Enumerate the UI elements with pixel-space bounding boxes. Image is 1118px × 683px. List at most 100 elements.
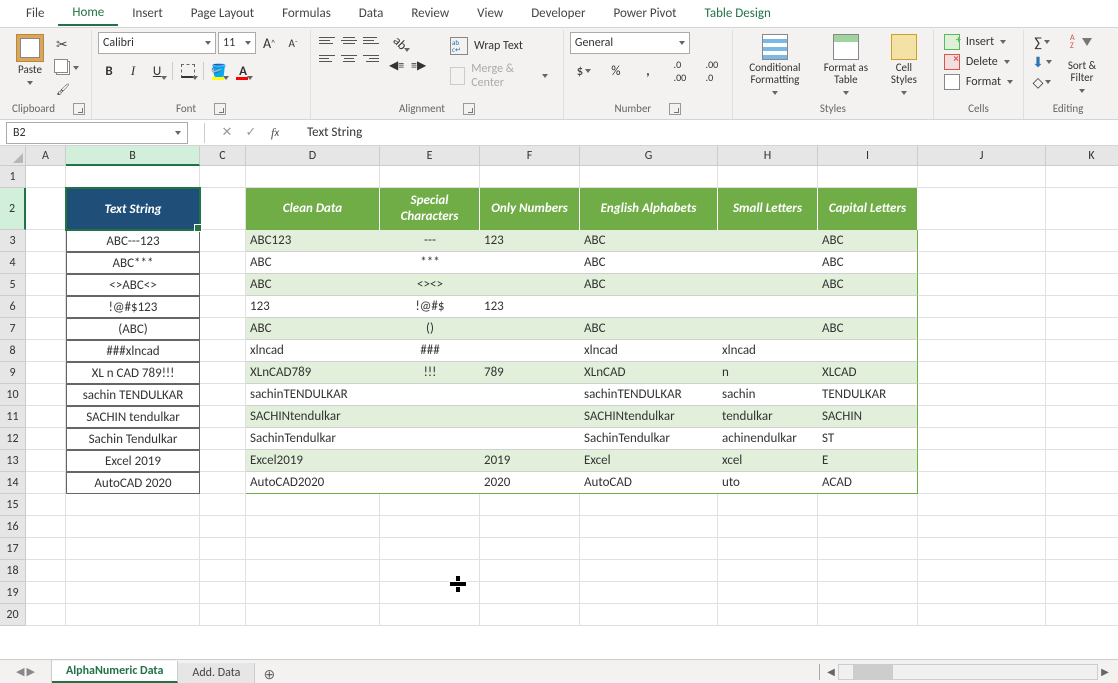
cell-K19[interactable] [1046, 582, 1118, 604]
cell-E10[interactable] [380, 384, 480, 406]
cell-C9[interactable] [200, 362, 246, 384]
delete-button[interactable]: Delete [940, 52, 1017, 72]
cell-G6[interactable] [580, 296, 718, 318]
col-header-E[interactable]: E [380, 146, 480, 166]
cell-F17[interactable] [480, 538, 580, 560]
cell-I5[interactable]: ABC [818, 274, 918, 296]
cell-H1[interactable] [718, 166, 818, 188]
cell-B13[interactable]: Excel 2019 [66, 450, 200, 472]
cell-J19[interactable] [918, 582, 1046, 604]
cell-K10[interactable] [1046, 384, 1118, 406]
cell-H16[interactable] [718, 516, 818, 538]
cell-C6[interactable] [200, 296, 246, 318]
cell-F15[interactable] [480, 494, 580, 516]
align-bottom-button[interactable] [361, 32, 381, 48]
cell-A20[interactable] [26, 604, 66, 626]
cell-A5[interactable] [26, 274, 66, 296]
cell-E18[interactable] [380, 560, 480, 582]
cell-F16[interactable] [480, 516, 580, 538]
cell-J11[interactable] [918, 406, 1046, 428]
cell-D14[interactable]: AutoCAD2020 [246, 472, 380, 494]
cell-I19[interactable] [818, 582, 918, 604]
cell-E7[interactable]: () [380, 318, 480, 340]
cell-C10[interactable] [200, 384, 246, 406]
cell-B7[interactable]: (ABC) [66, 318, 200, 340]
font-name-select[interactable]: Calibri [98, 32, 216, 54]
cell-H12[interactable]: achinendulkar [718, 428, 818, 450]
cell-K3[interactable] [1046, 230, 1118, 252]
cell-K2[interactable] [1046, 188, 1118, 230]
row-header-14[interactable]: 14 [0, 472, 26, 494]
cell-J15[interactable] [918, 494, 1046, 516]
cell-H15[interactable] [718, 494, 818, 516]
cell-A9[interactable] [26, 362, 66, 384]
cell-H7[interactable] [718, 318, 818, 340]
row-header-6[interactable]: 6 [0, 296, 26, 318]
cell-K16[interactable] [1046, 516, 1118, 538]
cell-B10[interactable]: sachin TENDULKAR [66, 384, 200, 406]
cell-G17[interactable] [580, 538, 718, 560]
row-header-7[interactable]: 7 [0, 318, 26, 340]
cell-D1[interactable] [246, 166, 380, 188]
cell-B9[interactable]: XL n CAD 789!!! [66, 362, 200, 384]
cell-J20[interactable] [918, 604, 1046, 626]
col-header-D[interactable]: D [246, 146, 380, 166]
cell-G15[interactable] [580, 494, 718, 516]
cell-D5[interactable]: ABC [246, 274, 380, 296]
cell-G9[interactable]: XLnCAD [580, 362, 718, 384]
font-color-button[interactable]: A [232, 60, 254, 82]
cell-B14[interactable]: AutoCAD 2020 [66, 472, 200, 494]
cell-J7[interactable] [918, 318, 1046, 340]
cell-I3[interactable]: ABC [818, 230, 918, 252]
cell-G5[interactable]: ABC [580, 274, 718, 296]
cell-A12[interactable] [26, 428, 66, 450]
cell-A14[interactable] [26, 472, 66, 494]
cell-K18[interactable] [1046, 560, 1118, 582]
cell-J12[interactable] [918, 428, 1046, 450]
format-button[interactable]: Format [940, 72, 1017, 92]
cell-E11[interactable] [380, 406, 480, 428]
cell-B5[interactable]: <>ABC<> [66, 274, 200, 296]
cell-H10[interactable]: sachin [718, 384, 818, 406]
cell-K17[interactable] [1046, 538, 1118, 560]
cell-G3[interactable]: ABC [580, 230, 718, 252]
cell-A11[interactable] [26, 406, 66, 428]
cell-K20[interactable] [1046, 604, 1118, 626]
cell-A15[interactable] [26, 494, 66, 516]
fill-button[interactable]: ⬇ [1030, 52, 1054, 72]
cell-C18[interactable] [200, 560, 246, 582]
cell-C13[interactable] [200, 450, 246, 472]
cell-A1[interactable] [26, 166, 66, 188]
cell-A18[interactable] [26, 560, 66, 582]
cell-B4[interactable]: ABC*** [66, 252, 200, 274]
cell-G13[interactable]: Excel [580, 450, 718, 472]
cell-B15[interactable] [66, 494, 200, 516]
col-header-C[interactable]: C [200, 146, 246, 166]
col-header-A[interactable]: A [26, 146, 66, 166]
cell-A17[interactable] [26, 538, 66, 560]
cell-I1[interactable] [818, 166, 918, 188]
cell-A3[interactable] [26, 230, 66, 252]
tab-review[interactable]: Review [397, 2, 463, 25]
cell-J18[interactable] [918, 560, 1046, 582]
cell-F4[interactable] [480, 252, 580, 274]
name-box[interactable]: B2 [6, 122, 188, 144]
cell-E15[interactable] [380, 494, 480, 516]
row-header-3[interactable]: 3 [0, 230, 26, 252]
cell-C12[interactable] [200, 428, 246, 450]
cell-B3[interactable]: ABC---123 [66, 230, 200, 252]
cell-C1[interactable] [200, 166, 246, 188]
cell-I20[interactable] [818, 604, 918, 626]
cell-E6[interactable]: !@#$ [380, 296, 480, 318]
cell-K15[interactable] [1046, 494, 1118, 516]
cell-C7[interactable] [200, 318, 246, 340]
cell-B6[interactable]: !@#$123 [66, 296, 200, 318]
alignment-dialog-launcher[interactable] [463, 103, 475, 115]
cell-I13[interactable]: E [818, 450, 918, 472]
col-header-J[interactable]: J [918, 146, 1046, 166]
cell-I7[interactable]: ABC [818, 318, 918, 340]
row-header-1[interactable]: 1 [0, 166, 26, 188]
cell-G16[interactable] [580, 516, 718, 538]
cell-H4[interactable] [718, 252, 818, 274]
col-header-H[interactable]: H [718, 146, 818, 166]
